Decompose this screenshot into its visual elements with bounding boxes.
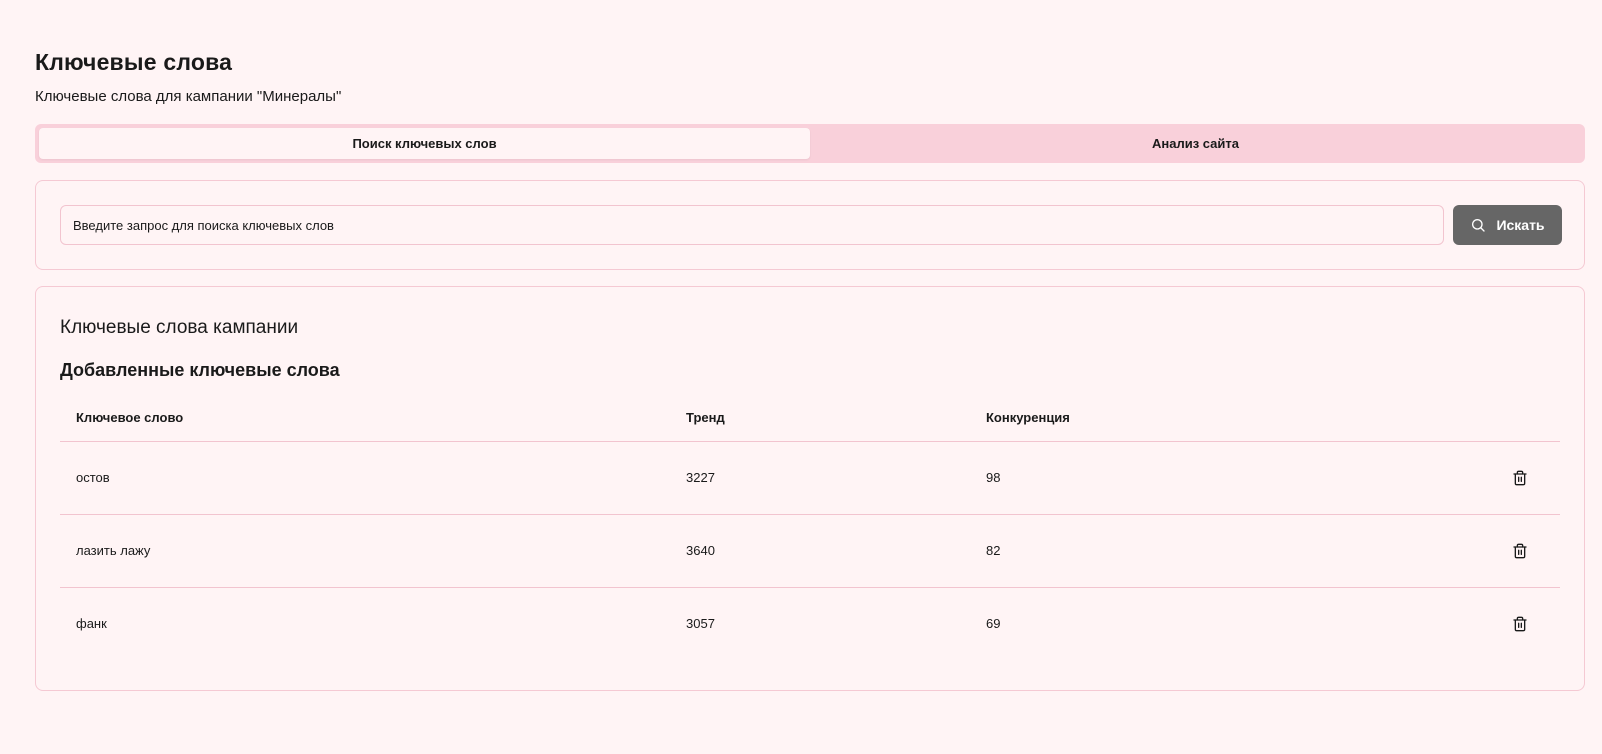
section-title: Ключевые слова кампании (60, 317, 299, 338)
column-header-trend: Тренд (670, 395, 970, 442)
search-button[interactable]: Искать (1453, 205, 1562, 245)
table-row: остов 3227 98 (60, 441, 1560, 515)
actions-cell (1480, 441, 1560, 515)
tab-site-analysis[interactable]: Анализ сайта (810, 128, 1581, 159)
competition-cell: 69 (986, 616, 1001, 632)
tab-keyword-search[interactable]: Поиск ключевых слов (39, 128, 810, 159)
search-button-label: Искать (1496, 217, 1545, 233)
keyword-cell: лазить лажу (60, 514, 670, 588)
column-header-competition: Конкуренция (970, 395, 1480, 442)
search-input[interactable] (60, 205, 1444, 245)
search-icon (1470, 217, 1486, 233)
table-row: фанк 3057 69 (60, 587, 1560, 660)
delete-keyword-button[interactable] (1508, 612, 1532, 636)
keywords-table: Ключевое слово Тренд Конкуренция остов 3… (60, 395, 1560, 660)
keyword-cell: фанк (76, 616, 107, 632)
keyword-cell: остов (60, 441, 670, 515)
trash-icon (1513, 470, 1527, 485)
delete-keyword-button[interactable] (1508, 539, 1532, 563)
keywords-card: Ключевые слова кампании Добавленные ключ… (35, 286, 1585, 691)
actions-cell (1480, 587, 1560, 660)
column-header-keyword: Ключевое слово (60, 395, 670, 442)
actions-cell (1480, 514, 1560, 588)
page-subtitle: Ключевые слова для кампании "Минералы" (35, 88, 342, 105)
trash-icon (1513, 543, 1527, 558)
delete-keyword-button[interactable] (1508, 466, 1532, 490)
competition-cell: 82 (970, 514, 1480, 588)
search-card: Искать (35, 180, 1585, 270)
trash-icon (1513, 616, 1527, 632)
competition-cell: 98 (970, 441, 1480, 515)
column-header-actions (1480, 395, 1560, 442)
table-row: лазить лажу 3640 82 (60, 514, 1560, 588)
table-header-row: Ключевое слово Тренд Конкуренция (60, 395, 1560, 442)
trend-cell: 3640 (670, 514, 970, 588)
subsection-title: Добавленные ключевые слова (60, 360, 340, 380)
page-title: Ключевые слова (35, 49, 233, 75)
trend-cell: 3227 (670, 441, 970, 515)
tabs: Поиск ключевых слов Анализ сайта (35, 124, 1585, 163)
trend-cell: 3057 (686, 616, 715, 632)
